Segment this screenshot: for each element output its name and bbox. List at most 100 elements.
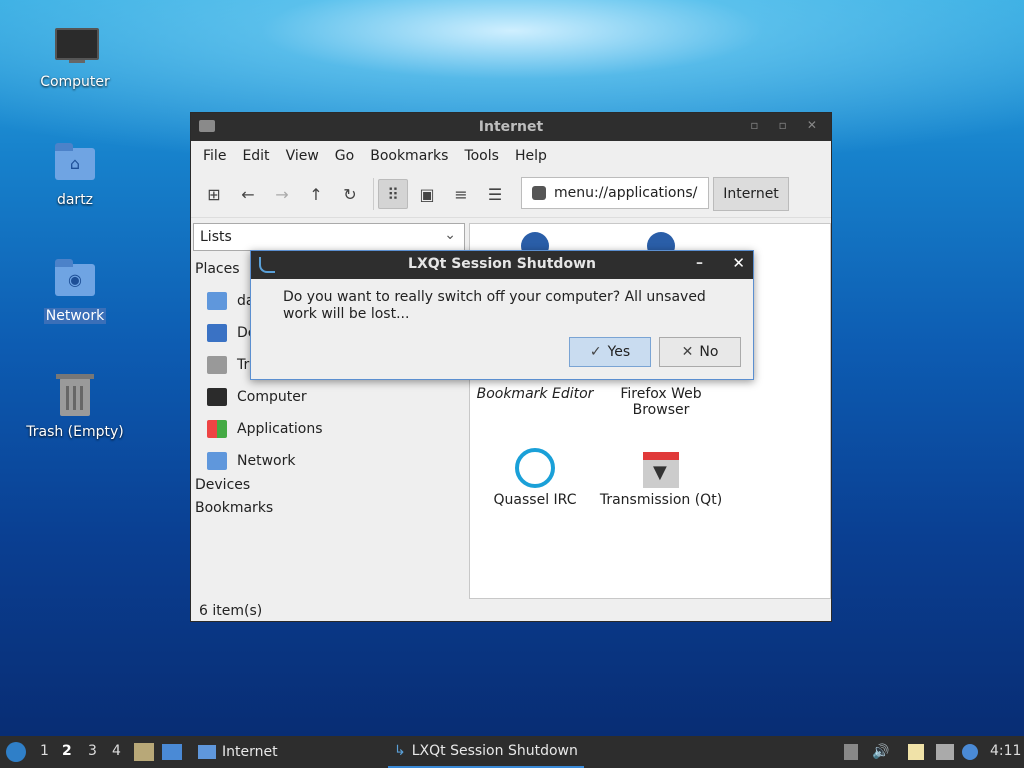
side-pane-mode-value: Lists xyxy=(200,229,232,245)
transmission-icon: ▼ xyxy=(641,448,681,488)
window-title: Internet xyxy=(478,119,544,135)
up-icon[interactable]: ↑ xyxy=(301,179,331,209)
side-pane-mode-select[interactable]: Lists ⌄ xyxy=(193,223,465,251)
workspace-4[interactable]: 4 xyxy=(112,743,121,759)
desktop-icon-label: dartz xyxy=(56,192,94,208)
place-label: Applications xyxy=(237,421,323,437)
x-icon: ✕ xyxy=(681,344,694,360)
menu-file[interactable]: File xyxy=(195,148,234,164)
place-item-home[interactable]: da xyxy=(207,289,254,313)
back-icon[interactable]: ← xyxy=(233,179,263,209)
task-shutdown-dialog[interactable]: ↳ LXQt Session Shutdown xyxy=(388,736,584,768)
place-item-network[interactable]: Network xyxy=(207,449,295,473)
task-label: Internet xyxy=(222,744,278,760)
menu-go[interactable]: Go xyxy=(327,148,362,164)
toolbar-separator xyxy=(373,178,374,210)
window-controls[interactable]: ▫ ▫ ✕ xyxy=(750,118,825,132)
status-bar: 6 item(s) xyxy=(199,603,263,619)
yes-label: Yes xyxy=(607,344,631,360)
address-bar[interactable]: menu://applications/ xyxy=(521,177,709,209)
icon-view-icon[interactable]: ⠿ xyxy=(378,179,408,209)
network-folder-icon: ◉ xyxy=(51,256,99,304)
place-item-computer[interactable]: Computer xyxy=(207,385,307,409)
place-item-trash[interactable]: Tr xyxy=(207,353,249,377)
place-label: Tr xyxy=(237,357,250,373)
minimize-icon[interactable]: – xyxy=(696,255,703,271)
menu-help[interactable]: Help xyxy=(507,148,555,164)
place-item-desktop[interactable]: De xyxy=(207,321,256,345)
place-item-applications[interactable]: Applications xyxy=(207,417,323,441)
home-folder-icon xyxy=(207,292,227,310)
clock[interactable]: 4:11 xyxy=(990,743,1021,759)
no-label: No xyxy=(699,344,719,360)
toolbar: ⊞ ← → ↑ ↻ ⠿ ▣ ≡ ☰ menu://applications/ I… xyxy=(191,171,831,218)
location-icon xyxy=(532,186,546,200)
desktop-icon-label: Network xyxy=(43,308,107,324)
menu-bookmarks[interactable]: Bookmarks xyxy=(362,148,456,164)
desktop-icon-label: Computer xyxy=(40,74,110,90)
reload-icon[interactable]: ↻ xyxy=(335,179,365,209)
app-label-bookmark-editor[interactable]: Bookmark Editor xyxy=(470,386,600,402)
desktop-icon-home[interactable]: ⌂ dartz xyxy=(20,140,130,208)
workspace-2[interactable]: 2 xyxy=(62,743,72,759)
task-label: LXQt Session Shutdown xyxy=(411,743,578,759)
trash-icon xyxy=(207,356,227,374)
place-label: Computer xyxy=(237,389,307,405)
workspace-1[interactable]: 1 xyxy=(40,743,49,759)
yes-button[interactable]: ✓ Yes xyxy=(569,337,651,367)
trash-icon xyxy=(51,372,99,420)
no-button[interactable]: ✕ No xyxy=(659,337,741,367)
upload-tray-icon[interactable] xyxy=(844,744,858,760)
notification-icon[interactable] xyxy=(962,744,978,760)
menu-tools[interactable]: Tools xyxy=(456,148,507,164)
app-item-quassel[interactable]: Quassel IRC xyxy=(470,448,600,508)
path-button-internet[interactable]: Internet xyxy=(713,177,789,211)
forward-icon[interactable]: → xyxy=(267,179,297,209)
desktop-icon-label: Trash (Empty) xyxy=(26,424,124,440)
quassel-icon xyxy=(515,448,555,488)
menu-edit[interactable]: Edit xyxy=(234,148,277,164)
bookmarks-header[interactable]: Bookmarks xyxy=(195,500,273,516)
menu-view[interactable]: View xyxy=(278,148,327,164)
close-icon[interactable]: ✕ xyxy=(732,254,745,272)
app-label: Quassel IRC xyxy=(493,492,577,508)
window-titlebar[interactable]: Internet ▫ ▫ ✕ xyxy=(191,113,831,141)
app-label: Transmission (Qt) xyxy=(599,492,723,508)
menubar: File Edit View Go Bookmarks Tools Help xyxy=(191,141,831,171)
task-internet[interactable]: Internet xyxy=(192,736,284,768)
file-manager-launcher-icon[interactable] xyxy=(134,743,154,761)
home-folder-icon: ⌂ xyxy=(51,140,99,188)
show-desktop-icon[interactable] xyxy=(162,744,182,760)
shutdown-dialog: LXQt Session Shutdown – ✕ Do you want to… xyxy=(250,250,754,380)
network-tray-icon[interactable] xyxy=(936,744,954,760)
workspace-3[interactable]: 3 xyxy=(88,743,97,759)
address-text: menu://applications/ xyxy=(554,185,698,201)
desktop-icon-network[interactable]: ◉ Network xyxy=(20,256,130,324)
desktop-icon-trash[interactable]: Trash (Empty) xyxy=(20,372,130,440)
folder-icon xyxy=(198,745,216,759)
check-icon: ✓ xyxy=(589,344,602,360)
taskbar: 1 2 3 4 Internet ↳ LXQt Session Shutdown… xyxy=(0,736,1024,768)
volume-icon[interactable]: 🔊 xyxy=(872,744,889,760)
dialog-titlebar[interactable]: LXQt Session Shutdown – ✕ xyxy=(251,251,753,279)
thumbnail-view-icon[interactable]: ▣ xyxy=(412,179,442,209)
detailed-view-icon[interactable]: ☰ xyxy=(480,179,510,209)
clipboard-icon[interactable] xyxy=(908,744,924,760)
lxqt-menu-icon xyxy=(6,742,26,762)
compact-view-icon[interactable]: ≡ xyxy=(446,179,476,209)
chevron-down-icon: ⌄ xyxy=(444,227,456,243)
lxqt-icon: ↳ xyxy=(394,743,406,759)
dialog-message: Do you want to really switch off your co… xyxy=(283,289,706,322)
main-menu-button[interactable] xyxy=(6,736,26,768)
computer-icon xyxy=(207,388,227,406)
app-item-transmission[interactable]: ▼ Transmission (Qt) xyxy=(596,448,726,508)
desktop-icon xyxy=(207,324,227,342)
dialog-title: LXQt Session Shutdown xyxy=(408,256,596,272)
applications-icon xyxy=(207,420,227,438)
devices-header[interactable]: Devices xyxy=(195,477,250,493)
new-tab-icon[interactable]: ⊞ xyxy=(199,179,229,209)
desktop-icon-computer[interactable]: Computer xyxy=(20,22,130,90)
app-label-firefox[interactable]: Firefox Web Browser xyxy=(596,386,726,418)
places-header[interactable]: Places xyxy=(195,261,240,277)
computer-icon xyxy=(51,22,99,70)
